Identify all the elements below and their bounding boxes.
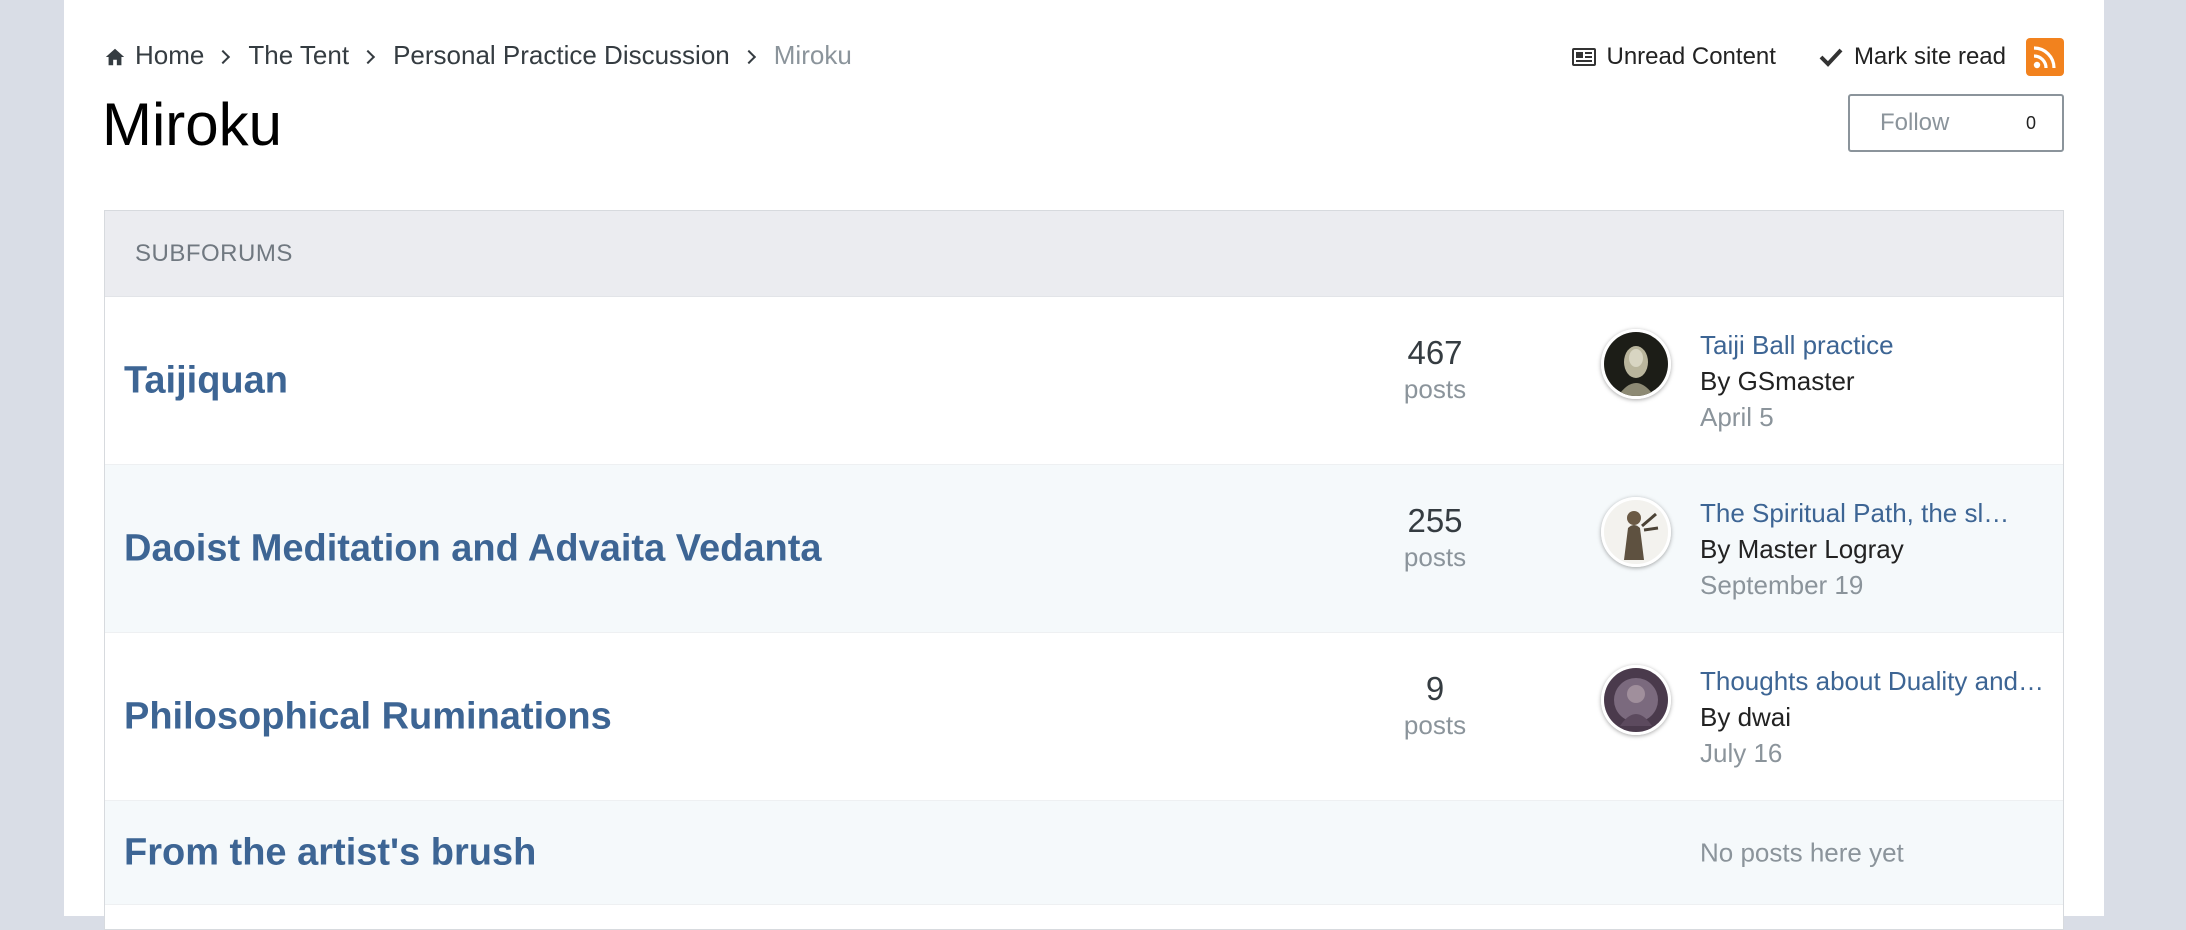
unread-content-link[interactable]: Unread Content [1572,43,1776,71]
newspaper-icon [1572,48,1597,66]
post-count: 255 [1407,502,1463,539]
post-stats: 9 posts [1365,671,1505,743]
last-post-author[interactable]: By GSmaster [1700,363,2045,399]
chevron-right-icon [363,50,375,62]
subforum-title-link[interactable]: Taijiquan [124,359,288,402]
breadcrumb-item-the-tent[interactable]: The Tent [248,40,349,71]
subforum-row: From the artist's brush No posts here ye… [105,801,2063,905]
subforum-row: Taijiquan 467 posts Taiji Ball practice … [105,297,2063,465]
breadcrumb-label: Home [135,40,205,70]
post-count: 467 [1407,334,1463,371]
follow-label: Follow [1880,109,1950,136]
subforum-title-link[interactable]: Daoist Meditation and Advaita Vedanta [124,527,822,570]
post-count-label: posts [1403,710,1467,740]
home-icon [105,48,125,66]
chevron-right-icon [744,50,756,62]
last-post-title-link[interactable]: Taiji Ball practice [1700,327,2045,363]
last-post-date: July 16 [1700,738,1783,768]
follower-count: 0 [2025,112,2036,133]
mark-site-read-label: Mark site read [1853,43,2006,70]
post-count-label: posts [1403,374,1467,404]
last-post-info: The Spiritual Path, the sl… By Master Lo… [1700,495,2045,603]
no-posts-message: No posts here yet [1700,837,1904,867]
check-icon [1819,48,1843,67]
breadcrumb-item-personal-practice[interactable]: Personal Practice Discussion [393,40,730,71]
rss-icon [2033,46,2056,69]
subforum-title-link[interactable]: From the artist's brush [124,831,536,874]
last-post-info: Thoughts about Duality and… By dwai July… [1700,663,2045,771]
breadcrumb-item-home[interactable]: Home [104,40,204,71]
rss-button[interactable] [2026,38,2064,76]
page-container: Home The Tent Personal Practice Discussi… [64,0,2104,930]
subforums-box: SUBFORUMS Taijiquan 467 posts Taiji Ball… [104,210,2064,930]
avatar[interactable] [1601,497,1671,567]
last-post-date: April 5 [1700,402,1774,432]
post-stats: 255 posts [1365,503,1505,575]
last-post-info: Taiji Ball practice By GSmaster April 5 [1700,327,2045,435]
last-post-title-link[interactable]: Thoughts about Duality and… [1700,663,2045,699]
subforum-row: Philosophical Ruminations 9 posts Though… [105,633,2063,801]
last-post-author[interactable]: By Master Logray [1700,531,2045,567]
subforum-row: Daoist Meditation and Advaita Vedanta 25… [105,465,2063,633]
breadcrumb-item-current: Miroku [773,40,852,70]
subforum-title-link[interactable]: Philosophical Ruminations [124,695,612,738]
post-count: 9 [1425,670,1445,707]
breadcrumb: Home The Tent Personal Practice Discussi… [104,40,852,71]
unread-content-label: Unread Content [1606,43,1776,70]
last-post-author[interactable]: By dwai [1700,699,2045,735]
header-actions: Unread Content Mark site read [1572,38,2064,76]
mark-site-read-link[interactable]: Mark site read [1818,43,2006,71]
follow-button[interactable]: Follow 0 [1848,94,2064,152]
page-title: Miroku [102,91,283,158]
last-post-date: September 19 [1700,570,1864,600]
last-post-title-link[interactable]: The Spiritual Path, the sl… [1700,495,2045,531]
avatar[interactable] [1601,665,1671,735]
avatar[interactable] [1601,329,1671,399]
post-count-label: posts [1403,542,1467,572]
chevron-right-icon [218,50,230,62]
post-stats: 467 posts [1365,335,1505,407]
subforums-header: SUBFORUMS [105,211,2063,297]
